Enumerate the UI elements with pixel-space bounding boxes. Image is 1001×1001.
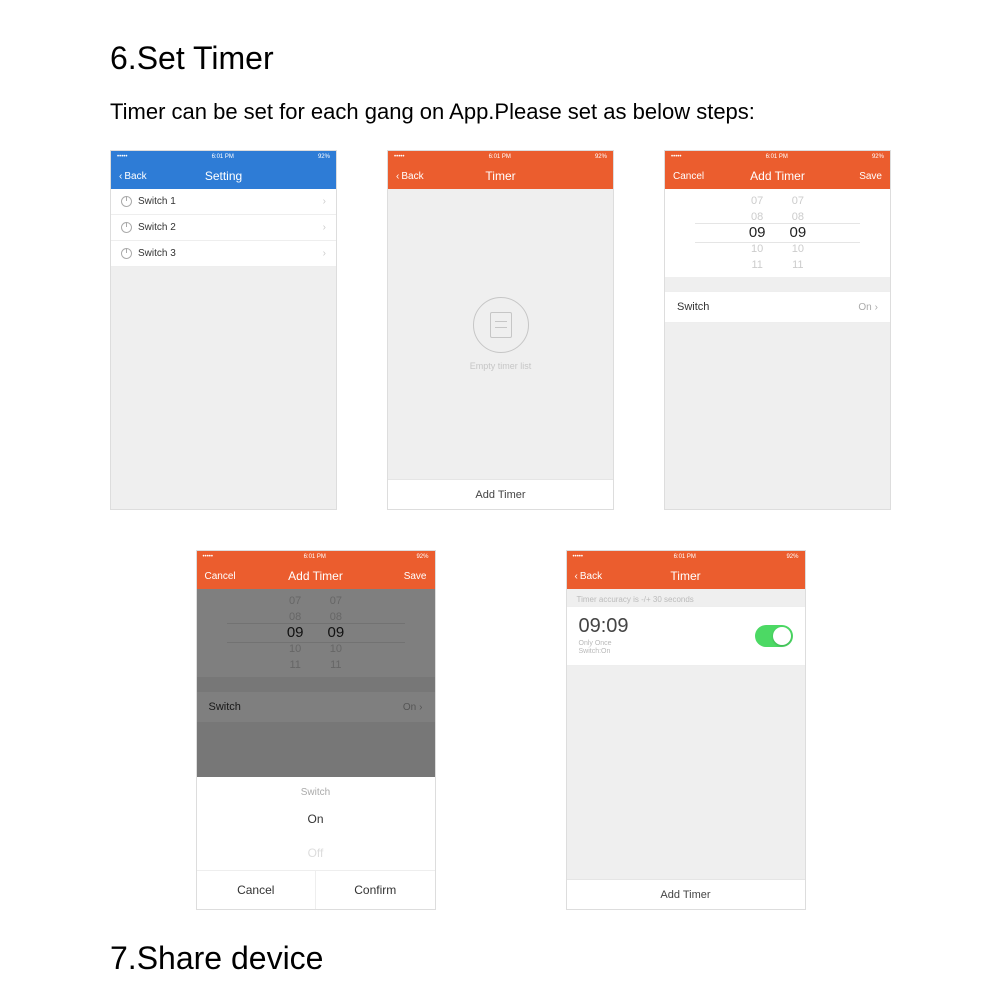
- save-button[interactable]: Save: [828, 171, 882, 182]
- header-title: Add Timer: [727, 169, 828, 183]
- power-icon: [121, 248, 132, 259]
- status-carrier: •••••: [573, 554, 584, 560]
- timer-toggle[interactable]: [755, 625, 793, 647]
- screenshot-setting: ••••• 6:01 PM 92% ‹Back Setting Switch 1…: [110, 150, 337, 510]
- header-title: Timer: [450, 169, 551, 183]
- sheet-cancel-button[interactable]: Cancel: [197, 871, 317, 909]
- timer-entry[interactable]: 09:09 Only OnceSwitch:On: [567, 606, 805, 666]
- status-time: 6:01 PM: [212, 154, 234, 160]
- header-title: Add Timer: [259, 569, 373, 583]
- status-battery: 92%: [872, 154, 884, 160]
- back-button[interactable]: ‹Back: [575, 571, 629, 582]
- switch-row-3[interactable]: Switch 3 ›: [111, 241, 336, 267]
- status-carrier: •••••: [394, 154, 405, 160]
- sheet-title: Switch: [197, 777, 435, 802]
- screenshot-switch-actionsheet: ••••• 6:01 PM 92% Cancel Add Timer Save …: [196, 550, 436, 910]
- status-battery: 92%: [318, 154, 330, 160]
- status-carrier: •••••: [203, 554, 214, 560]
- empty-state: Empty timer list: [388, 189, 613, 479]
- screenshot-add-timer: ••••• 6:01 PM 92% Cancel Add Timer Save …: [664, 150, 891, 510]
- section-description: Timer can be set for each gang on App.Pl…: [110, 95, 891, 128]
- timer-meta: Only OnceSwitch:On: [579, 640, 629, 657]
- power-icon: [121, 196, 132, 207]
- status-time: 6:01 PM: [304, 554, 326, 560]
- status-battery: 92%: [786, 554, 798, 560]
- status-time: 6:01 PM: [766, 154, 788, 160]
- chevron-right-icon: ›: [323, 196, 326, 207]
- header-title: Timer: [629, 569, 743, 583]
- cancel-button[interactable]: Cancel: [673, 171, 727, 182]
- section-heading: 6.Set Timer: [110, 40, 891, 77]
- action-sheet: Switch On Off Cancel Confirm: [197, 777, 435, 909]
- status-time: 6:01 PM: [489, 154, 511, 160]
- chevron-right-icon: ›: [323, 222, 326, 233]
- option-on[interactable]: On: [197, 802, 435, 836]
- header-title: Setting: [173, 169, 274, 183]
- option-off[interactable]: Off: [197, 836, 435, 870]
- add-timer-button[interactable]: Add Timer: [567, 879, 805, 909]
- screenshot-timer-empty: ••••• 6:01 PM 92% ‹Back Timer Empty time…: [387, 150, 614, 510]
- chevron-right-icon: ›: [323, 248, 326, 259]
- timer-time: 09:09: [579, 615, 629, 638]
- save-button[interactable]: Save: [373, 571, 427, 582]
- accuracy-note: Timer accuracy is -/+ 30 seconds: [567, 589, 805, 606]
- back-button[interactable]: ‹Back: [119, 171, 173, 182]
- status-carrier: •••••: [671, 154, 682, 160]
- status-time: 6:01 PM: [674, 554, 696, 560]
- switch-setting-row[interactable]: Switch On ›: [665, 291, 890, 323]
- time-picker[interactable]: 07 08 09 10 11 07 08 09 10 11: [665, 189, 890, 277]
- section-heading-2: 7.Share device: [110, 940, 891, 977]
- switch-label: Switch: [677, 301, 709, 313]
- empty-label: Empty timer list: [470, 361, 532, 371]
- add-timer-button[interactable]: Add Timer: [388, 479, 613, 509]
- switch-row-1[interactable]: Switch 1 ›: [111, 189, 336, 215]
- status-battery: 92%: [595, 154, 607, 160]
- cancel-header-button[interactable]: Cancel: [205, 571, 259, 582]
- back-button[interactable]: ‹Back: [396, 171, 450, 182]
- chevron-right-icon: ›: [875, 302, 878, 313]
- sheet-confirm-button[interactable]: Confirm: [316, 871, 435, 909]
- status-carrier: •••••: [117, 154, 128, 160]
- document-icon: [473, 297, 529, 353]
- status-battery: 92%: [416, 554, 428, 560]
- screenshot-timer-list: ••••• 6:01 PM 92% ‹Back Timer Timer accu…: [566, 550, 806, 910]
- power-icon: [121, 222, 132, 233]
- switch-row-2[interactable]: Switch 2 ›: [111, 215, 336, 241]
